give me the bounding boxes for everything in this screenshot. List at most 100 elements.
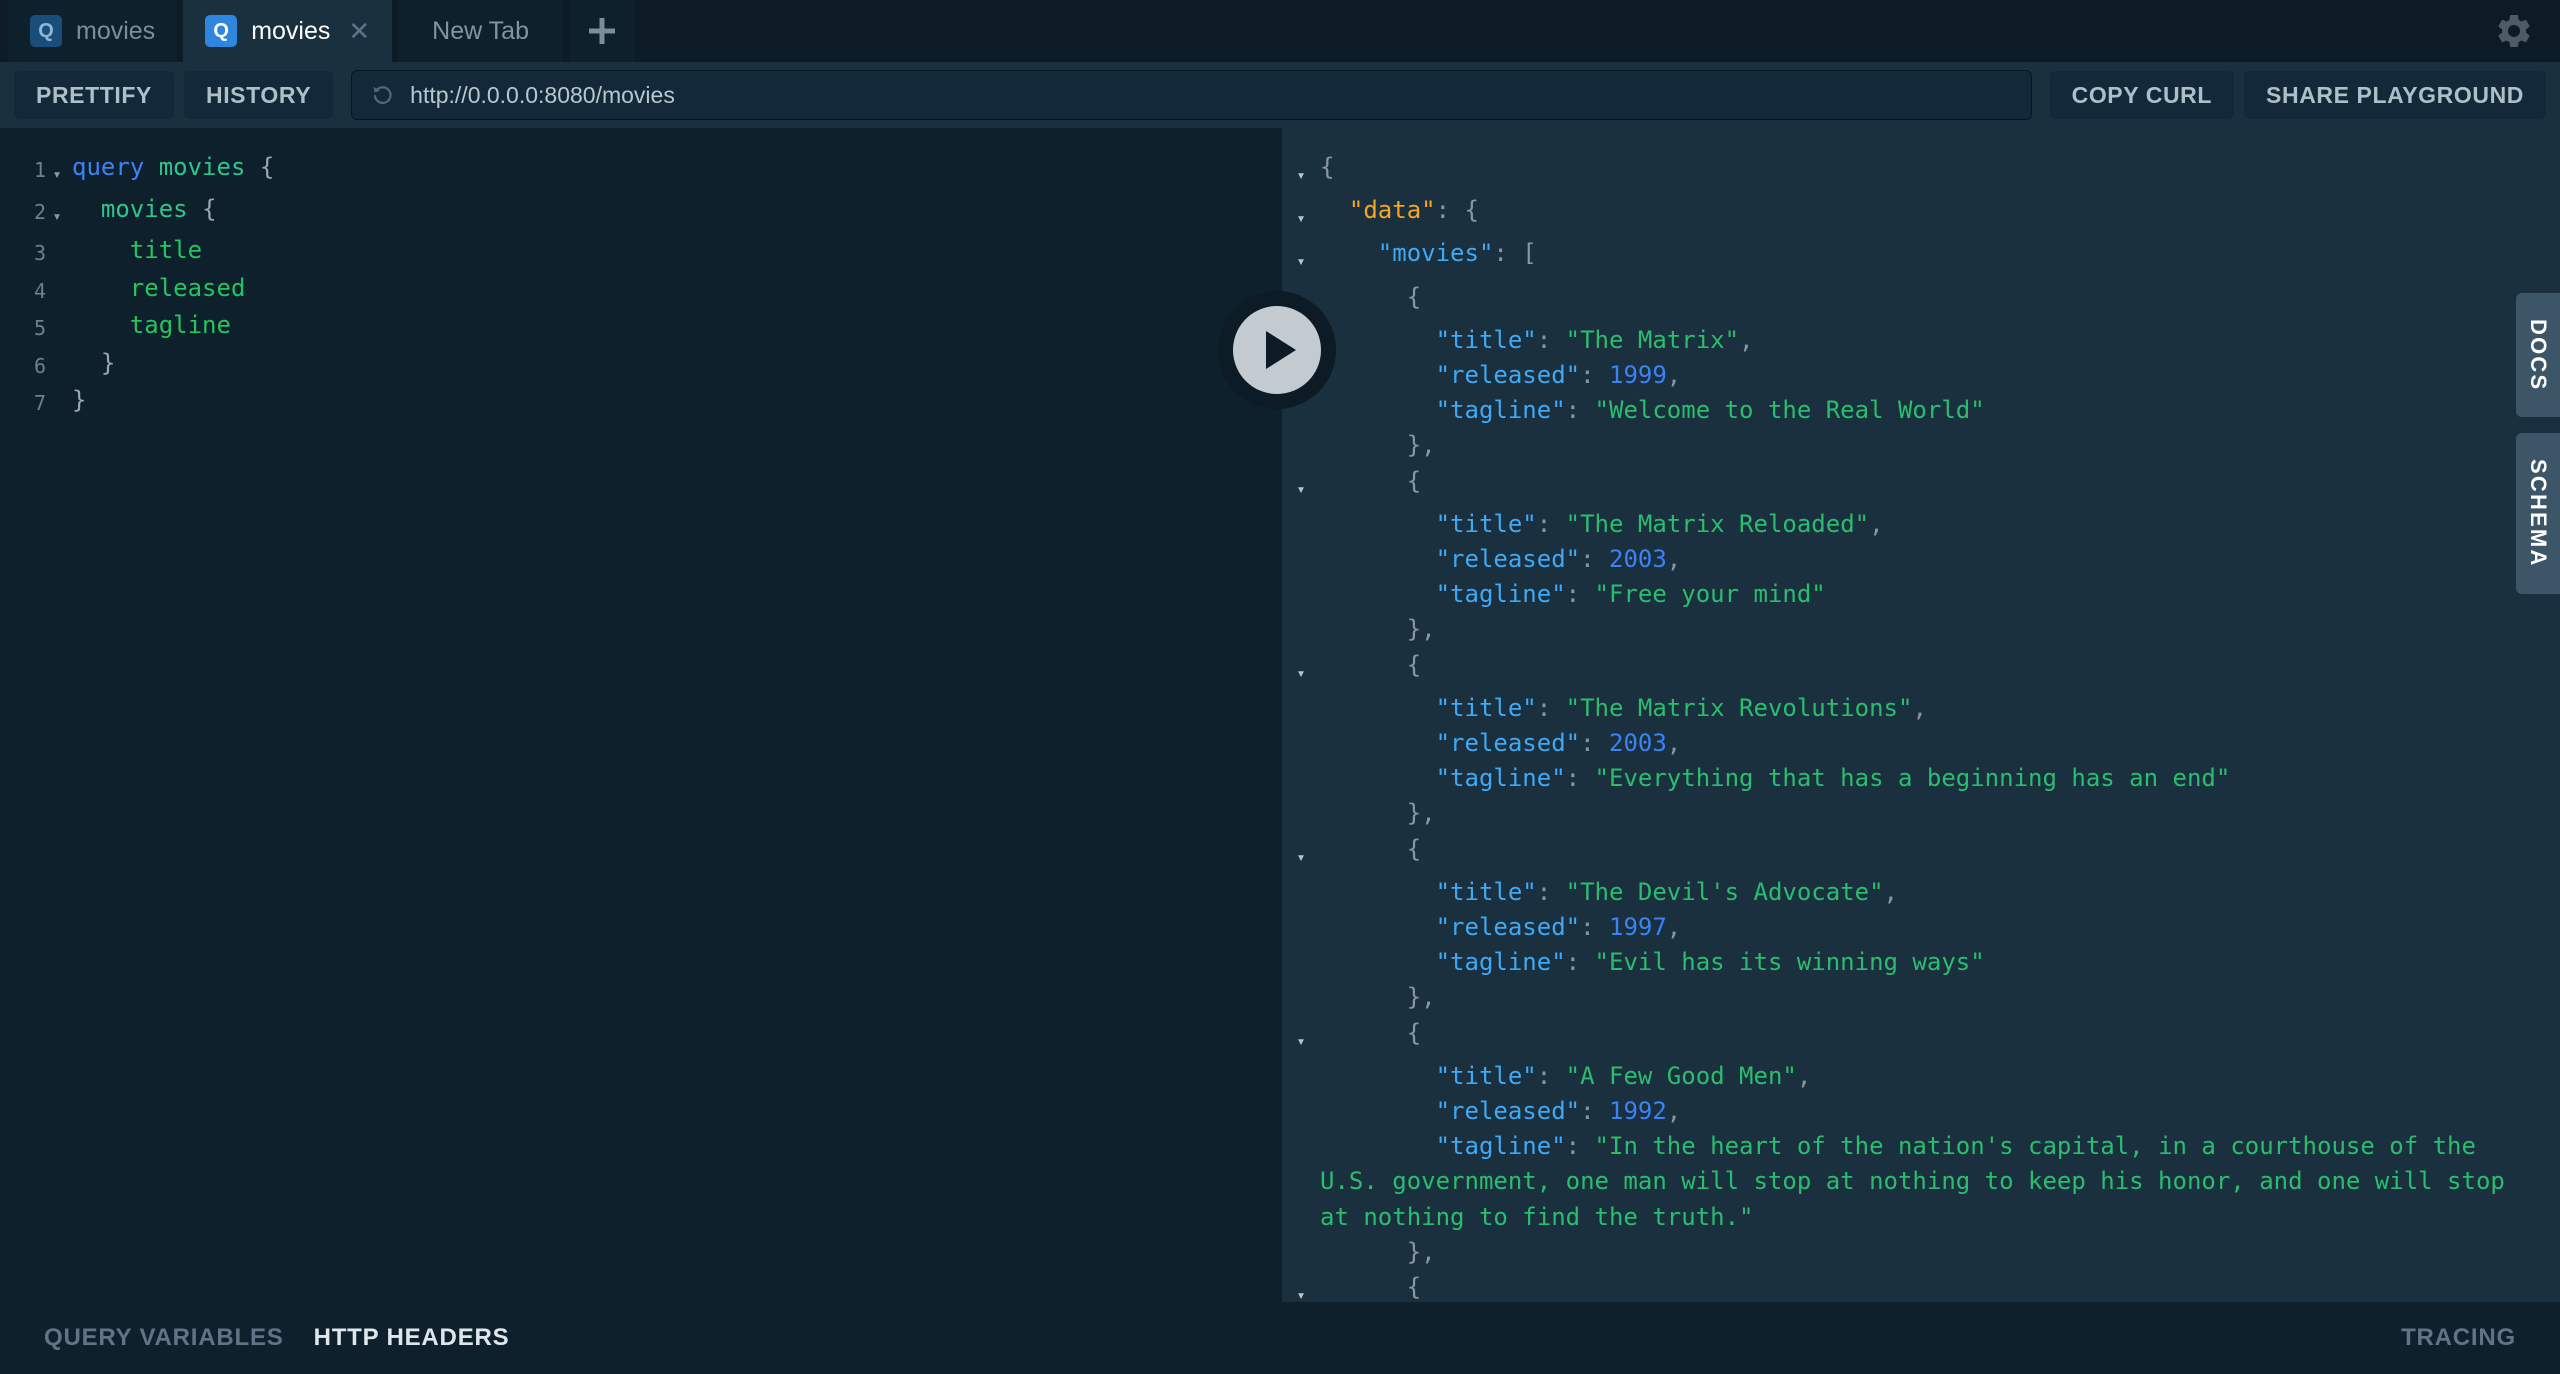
fold-toggle-icon[interactable]: ▾: [1282, 1016, 1320, 1059]
result-line: ▾ {: [1282, 1270, 2560, 1302]
line-number: 6: [33, 353, 46, 378]
result-line-text: "movies": [: [1377, 239, 1537, 268]
fold-toggle-icon[interactable]: ▾: [1282, 464, 1320, 507]
execute-query-button[interactable]: [1218, 291, 1336, 409]
result-line-text: "released": 2003,: [1435, 545, 1682, 574]
result-line: "released": 2003,: [1282, 726, 2560, 761]
fold-toggle-icon[interactable]: ▾: [46, 150, 68, 192]
query-editor-code[interactable]: 1 ▾ query movies {2 ▾ movies {3 title 4 rele…: [0, 128, 1282, 421]
result-line: ▾ {: [1282, 648, 2560, 691]
tab-new[interactable]: New Tab: [398, 0, 563, 62]
history-button[interactable]: HISTORY: [183, 71, 334, 119]
result-line: "title": "The Matrix",: [1282, 323, 2560, 358]
result-line: "title": "A Few Good Men",: [1282, 1059, 2560, 1094]
tab-movies-2[interactable]: Q movies ✕: [183, 0, 393, 62]
result-line-text: },: [1320, 799, 1436, 828]
editor-line: 4 released: [0, 271, 1282, 309]
endpoint-url-input[interactable]: http://0.0.0.0:8080/movies: [351, 70, 2032, 120]
line-number: 4: [33, 278, 46, 303]
result-line-text: {: [1320, 650, 1422, 679]
editor-line: 5 tagline: [0, 308, 1282, 346]
side-tabs: DOCS SCHEMA: [2516, 293, 2560, 594]
result-line: },: [1282, 796, 2560, 831]
tab-movies-1[interactable]: Q movies: [8, 0, 178, 62]
result-line-text: },: [1320, 983, 1436, 1012]
editor-line-text: }: [72, 386, 87, 414]
result-line-text: {: [1320, 1273, 1422, 1302]
close-icon[interactable]: ✕: [348, 18, 370, 44]
main-area: 1 ▾ query movies {2 ▾ movies {3 title 4 rele…: [0, 128, 2560, 1302]
result-line-text: "title": "The Matrix Revolutions",: [1435, 693, 1927, 722]
fold-toggle-icon[interactable]: ▾: [1282, 193, 1320, 236]
fold-toggle-icon[interactable]: ▾: [1282, 648, 1320, 691]
query-badge-icon: Q: [30, 15, 62, 47]
result-line: ▾ {: [1282, 464, 2560, 507]
tab-label: New Tab: [432, 16, 529, 45]
tab-http-headers[interactable]: HTTP HEADERS: [314, 1324, 510, 1352]
tab-tracing[interactable]: TRACING: [2401, 1324, 2516, 1352]
reload-icon[interactable]: [370, 82, 396, 108]
tab-label: movies: [76, 16, 156, 45]
result-line: "released": 1997,: [1282, 910, 2560, 945]
result-line: "released": 1992,: [1282, 1094, 2560, 1129]
editor-line: 3 title: [0, 233, 1282, 271]
fold-toggle-icon[interactable]: ▾: [1282, 236, 1320, 279]
result-line: ▾{: [1282, 150, 2560, 193]
editor-line-text: tagline: [129, 311, 231, 339]
top-toolbar: PRETTIFY HISTORY http://0.0.0.0:8080/mov…: [0, 62, 2560, 128]
fold-toggle-icon[interactable]: ▾: [1282, 150, 1320, 193]
result-line-text: "tagline": "Free your mind": [1435, 580, 1826, 609]
fold-toggle-icon[interactable]: ▾: [46, 192, 68, 234]
editor-line-text: movies {: [100, 194, 217, 223]
editor-line: 2 ▾ movies {: [0, 192, 1282, 234]
result-line-text: },: [1320, 615, 1436, 644]
share-playground-button[interactable]: SHARE PLAYGROUND: [2244, 71, 2546, 119]
result-line: "title": "The Matrix Reloaded",: [1282, 507, 2560, 542]
graphql-playground-window: Q movies Q movies ✕ New Tab PRETTIFY HIS…: [0, 0, 2560, 1374]
play-icon: [1233, 306, 1321, 394]
fold-toggle-icon[interactable]: ▾: [1282, 1270, 1320, 1302]
tab-query-variables[interactable]: QUERY VARIABLES: [44, 1324, 284, 1352]
line-number: 3: [33, 241, 46, 265]
prettify-button[interactable]: PRETTIFY: [14, 71, 174, 119]
query-editor-pane[interactable]: 1 ▾ query movies {2 ▾ movies {3 title 4 rele…: [0, 128, 1282, 1302]
result-line: ▾ {: [1282, 1016, 2560, 1059]
result-line: ▾ {: [1282, 280, 2560, 323]
result-line: },: [1282, 428, 2560, 463]
result-line: "tagline": "Free your mind": [1282, 577, 2560, 612]
fold-toggle-icon[interactable]: ▾: [1282, 832, 1320, 875]
result-line: },: [1282, 1235, 2560, 1270]
result-line-text: },: [1320, 1237, 1436, 1266]
settings-button[interactable]: [2494, 11, 2534, 51]
result-line-text: "released": 1997,: [1435, 913, 1682, 942]
result-pane[interactable]: ▾{▾ "data": {▾ "movies": [▾ { "title": "…: [1282, 128, 2560, 1302]
result-line-text: "released": 1992,: [1435, 1097, 1682, 1126]
plus-icon: [585, 14, 619, 48]
copy-curl-button[interactable]: COPY CURL: [2049, 71, 2235, 119]
docs-tab[interactable]: DOCS: [2516, 293, 2560, 418]
line-number: 5: [33, 316, 46, 340]
line-number: 2: [33, 199, 46, 224]
endpoint-url-value: http://0.0.0.0:8080/movies: [410, 81, 675, 108]
result-line-text: "tagline": "Everything that has a beginn…: [1435, 764, 2231, 793]
editor-line-text: query movies {: [72, 153, 275, 181]
editor-line-text: released: [129, 273, 246, 302]
schema-tab[interactable]: SCHEMA: [2516, 433, 2560, 594]
result-line: ▾ {: [1282, 832, 2560, 875]
add-tab-button[interactable]: [569, 0, 635, 62]
